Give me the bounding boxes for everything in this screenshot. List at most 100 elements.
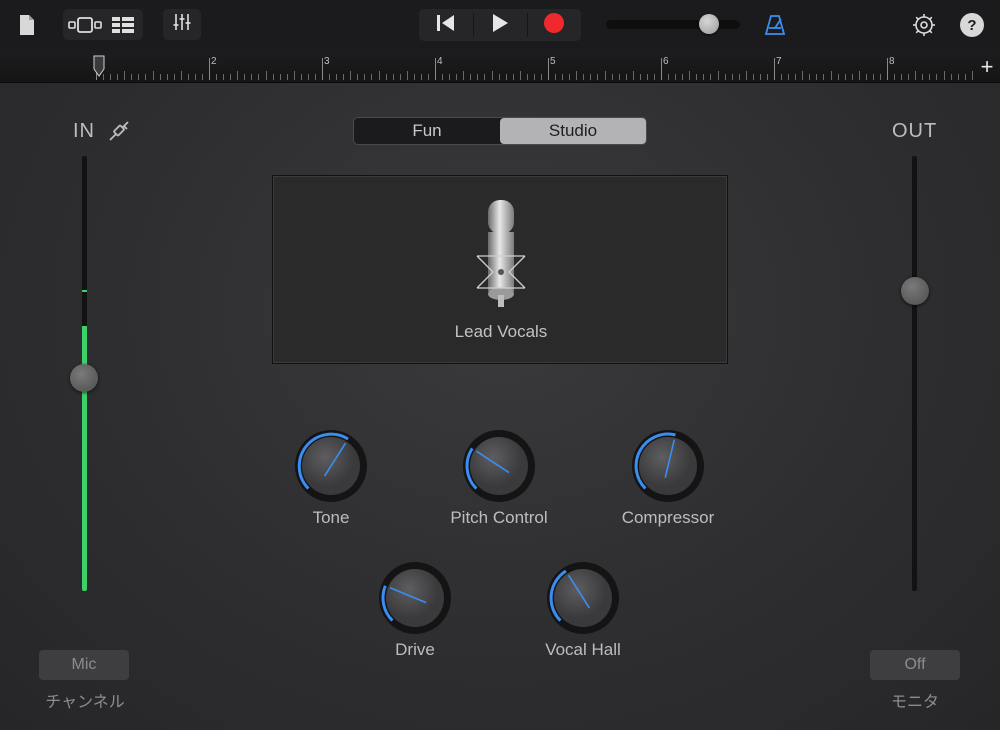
ruler-beat-tick (153, 71, 154, 80)
play-button[interactable] (473, 9, 527, 41)
input-source-button[interactable]: Mic (39, 650, 129, 680)
ruler-bar-tick (548, 58, 549, 80)
ruler-beat-tick (336, 74, 337, 80)
ruler-bar-tick (661, 58, 662, 80)
ruler-beat-tick (527, 74, 528, 80)
ruler-beat-tick (852, 74, 853, 80)
ruler-beat-tick (449, 74, 450, 80)
bar-number: 2 (211, 56, 217, 67)
ruler-beat-tick (499, 74, 500, 80)
ruler-beat-tick (739, 74, 740, 80)
ruler-beat-tick (188, 74, 189, 80)
output-level-fader[interactable] (901, 276, 929, 305)
ruler-beat-tick (760, 74, 761, 80)
ruler-beat-tick (619, 74, 620, 80)
ruler-beat-tick (195, 74, 196, 80)
ruler-beat-tick (901, 74, 902, 80)
bar-number: 6 (663, 56, 669, 67)
track-view-icon[interactable] (66, 9, 104, 40)
ruler-beat-tick (484, 74, 485, 80)
help-icon[interactable]: ? (960, 13, 984, 37)
knob-compressor[interactable] (628, 426, 708, 506)
ruler-beat-tick (258, 74, 259, 80)
ruler-beat-tick (951, 74, 952, 80)
ruler-beat-tick (866, 74, 867, 80)
ruler-beat-tick (124, 71, 125, 80)
mixer-button[interactable] (163, 9, 201, 40)
ruler-beat-tick (915, 71, 916, 80)
ruler-beat-tick (167, 74, 168, 80)
ruler-beat-tick (689, 71, 690, 80)
knob-tone[interactable] (291, 426, 371, 506)
ruler-beat-tick (301, 74, 302, 80)
ruler-beat-tick (922, 74, 923, 80)
ruler-beat-tick (287, 74, 288, 80)
playhead-handle[interactable] (93, 55, 105, 77)
monitor-toggle-button[interactable]: Off (870, 650, 960, 680)
ruler-beat-tick (428, 74, 429, 80)
preset-selector[interactable]: Lead Vocals (272, 175, 728, 364)
ruler-beat-tick (823, 74, 824, 80)
ruler-beat-tick (470, 74, 471, 80)
ruler-beat-tick (781, 74, 782, 80)
knob-vocalhall[interactable] (543, 558, 623, 638)
go-to-start-button[interactable] (419, 9, 473, 41)
ruler-beat-tick (894, 74, 895, 80)
ruler-beat-tick (400, 74, 401, 80)
mixer-sliders-icon (172, 12, 192, 37)
ruler-beat-tick (965, 74, 966, 80)
ruler-beat-tick (216, 74, 217, 80)
ruler-beat-tick (710, 74, 711, 80)
settings-gear-icon[interactable] (910, 11, 938, 39)
ruler-beat-tick (315, 74, 316, 80)
ruler-beat-tick (117, 74, 118, 80)
ruler-beat-tick (138, 74, 139, 80)
master-volume-thumb[interactable] (699, 14, 720, 34)
knob-label-vocalhall: Vocal Hall (545, 640, 621, 659)
ruler-beat-tick (908, 74, 909, 80)
ruler-beat-tick (421, 74, 422, 80)
ruler-beat-tick (929, 74, 930, 80)
output-label: OUT (892, 120, 938, 142)
ruler-beat-tick (562, 74, 563, 80)
master-volume-slider[interactable] (606, 20, 740, 29)
knob-pitch[interactable] (459, 426, 539, 506)
tracks-list-icon[interactable] (105, 9, 141, 40)
timeline-ruler[interactable]: 1 2 3 4 5 6 7 8 (0, 52, 1000, 83)
ruler-beat-tick (640, 74, 641, 80)
ruler-beat-tick (174, 74, 175, 80)
add-section-button[interactable]: + (976, 56, 998, 78)
input-jack-icon[interactable] (106, 118, 132, 144)
input-level-fader[interactable] (70, 363, 98, 392)
ruler-beat-tick (795, 74, 796, 80)
knob-drive[interactable] (375, 558, 455, 638)
ruler-beat-tick (682, 74, 683, 80)
record-button[interactable] (527, 9, 581, 41)
ruler-beat-tick (202, 74, 203, 80)
file-icon[interactable] (14, 12, 40, 38)
knob-label-compressor: Compressor (621, 508, 715, 527)
ruler-bar-tick (322, 58, 323, 80)
ruler-bar-tick (887, 58, 888, 80)
bar-number: 7 (776, 56, 782, 67)
ruler-beat-tick (442, 74, 443, 80)
ruler-beat-tick (654, 74, 655, 80)
ruler-beat-tick (386, 74, 387, 80)
metronome-icon[interactable] (761, 12, 789, 38)
mode-fun-tab[interactable]: Fun (354, 118, 500, 144)
ruler-beat-tick (845, 74, 846, 80)
ruler-beat-tick (809, 74, 810, 80)
input-channel-label: チャンネル (45, 694, 125, 711)
bar-number: 3 (324, 56, 330, 67)
ruler-beat-tick (696, 74, 697, 80)
ruler-beat-tick (251, 74, 252, 80)
ruler-beat-tick (753, 74, 754, 80)
ruler-beat-tick (647, 74, 648, 80)
ruler-beat-tick (831, 71, 832, 80)
ruler-beat-tick (343, 74, 344, 80)
mode-studio-tab[interactable]: Studio (500, 118, 646, 144)
ruler-beat-tick (541, 74, 542, 80)
ruler-beat-tick (520, 71, 521, 80)
ruler-bar-tick (435, 58, 436, 80)
studio-microphone-icon (473, 198, 529, 313)
